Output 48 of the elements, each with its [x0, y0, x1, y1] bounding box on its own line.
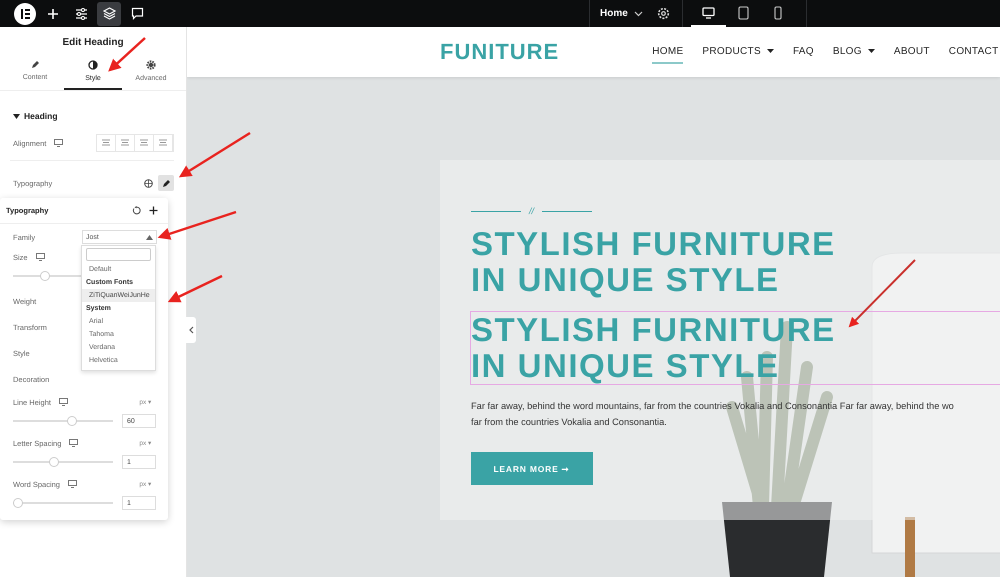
pencil-icon: [30, 60, 40, 69]
section-header[interactable]: Heading: [13, 111, 58, 121]
alignment-buttons[interactable]: [96, 134, 174, 152]
nav-link[interactable]: PRODUCTS: [702, 40, 774, 64]
edit-button[interactable]: [158, 175, 174, 191]
desktop-icon: [702, 6, 715, 18]
annotation-arrow: [168, 274, 223, 302]
collapse-panel-button[interactable]: [186, 317, 196, 343]
reset-icon[interactable]: [132, 206, 141, 215]
desktop-icon: [36, 253, 45, 261]
pencil-icon: [162, 178, 170, 188]
nav-link[interactable]: BLOG: [832, 40, 875, 64]
nav-link[interactable]: FAQ: [792, 40, 814, 64]
desktop-icon: [69, 439, 78, 447]
panel-title: Edit Heading: [62, 37, 124, 48]
gear-icon: [146, 60, 156, 70]
desktop-icon: [54, 139, 64, 147]
nav-link[interactable]: ABOUT: [894, 40, 930, 64]
contrast-icon: [88, 60, 98, 70]
desktop-icon: [58, 398, 68, 406]
desktop-icon: [68, 480, 77, 488]
layers-button[interactable]: [97, 2, 121, 26]
nav-link[interactable]: HOME: [652, 40, 684, 64]
hero-paragraph: Far far away, behind the word mountains, far from the countries Vokalia and Consonantia Far far away, behind the wo far from the countries Vokalia and Consonantia.: [471, 400, 955, 429]
chevron-down-icon: [634, 10, 643, 16]
page-selector[interactable]: Home: [590, 8, 653, 19]
tablet-icon: [738, 6, 749, 20]
slider-thumb[interactable]: [40, 271, 50, 281]
globe-icon: [144, 178, 152, 188]
plus-icon[interactable]: [149, 206, 158, 215]
slider-thumb[interactable]: [49, 457, 59, 467]
plus-icon: [47, 8, 59, 20]
font-search-field[interactable]: [86, 248, 151, 261]
layers-icon: [102, 7, 116, 20]
settings-icon[interactable]: [656, 7, 670, 20]
annotation-arrow: [848, 259, 916, 328]
logo-icon: [14, 2, 36, 24]
sliders-icon: [74, 8, 88, 20]
logo-button[interactable]: [13, 2, 37, 26]
nav-link[interactable]: CONTACT: [948, 40, 998, 64]
caret-icon: [13, 114, 20, 118]
divider-text: //: [529, 206, 534, 216]
slider-thumb[interactable]: [67, 416, 77, 426]
slider-thumb[interactable]: [13, 498, 23, 508]
chevron-left-icon: [188, 326, 194, 334]
mobile-icon: [774, 6, 782, 20]
comment-icon: [130, 7, 144, 20]
caret-icon: [146, 234, 153, 240]
